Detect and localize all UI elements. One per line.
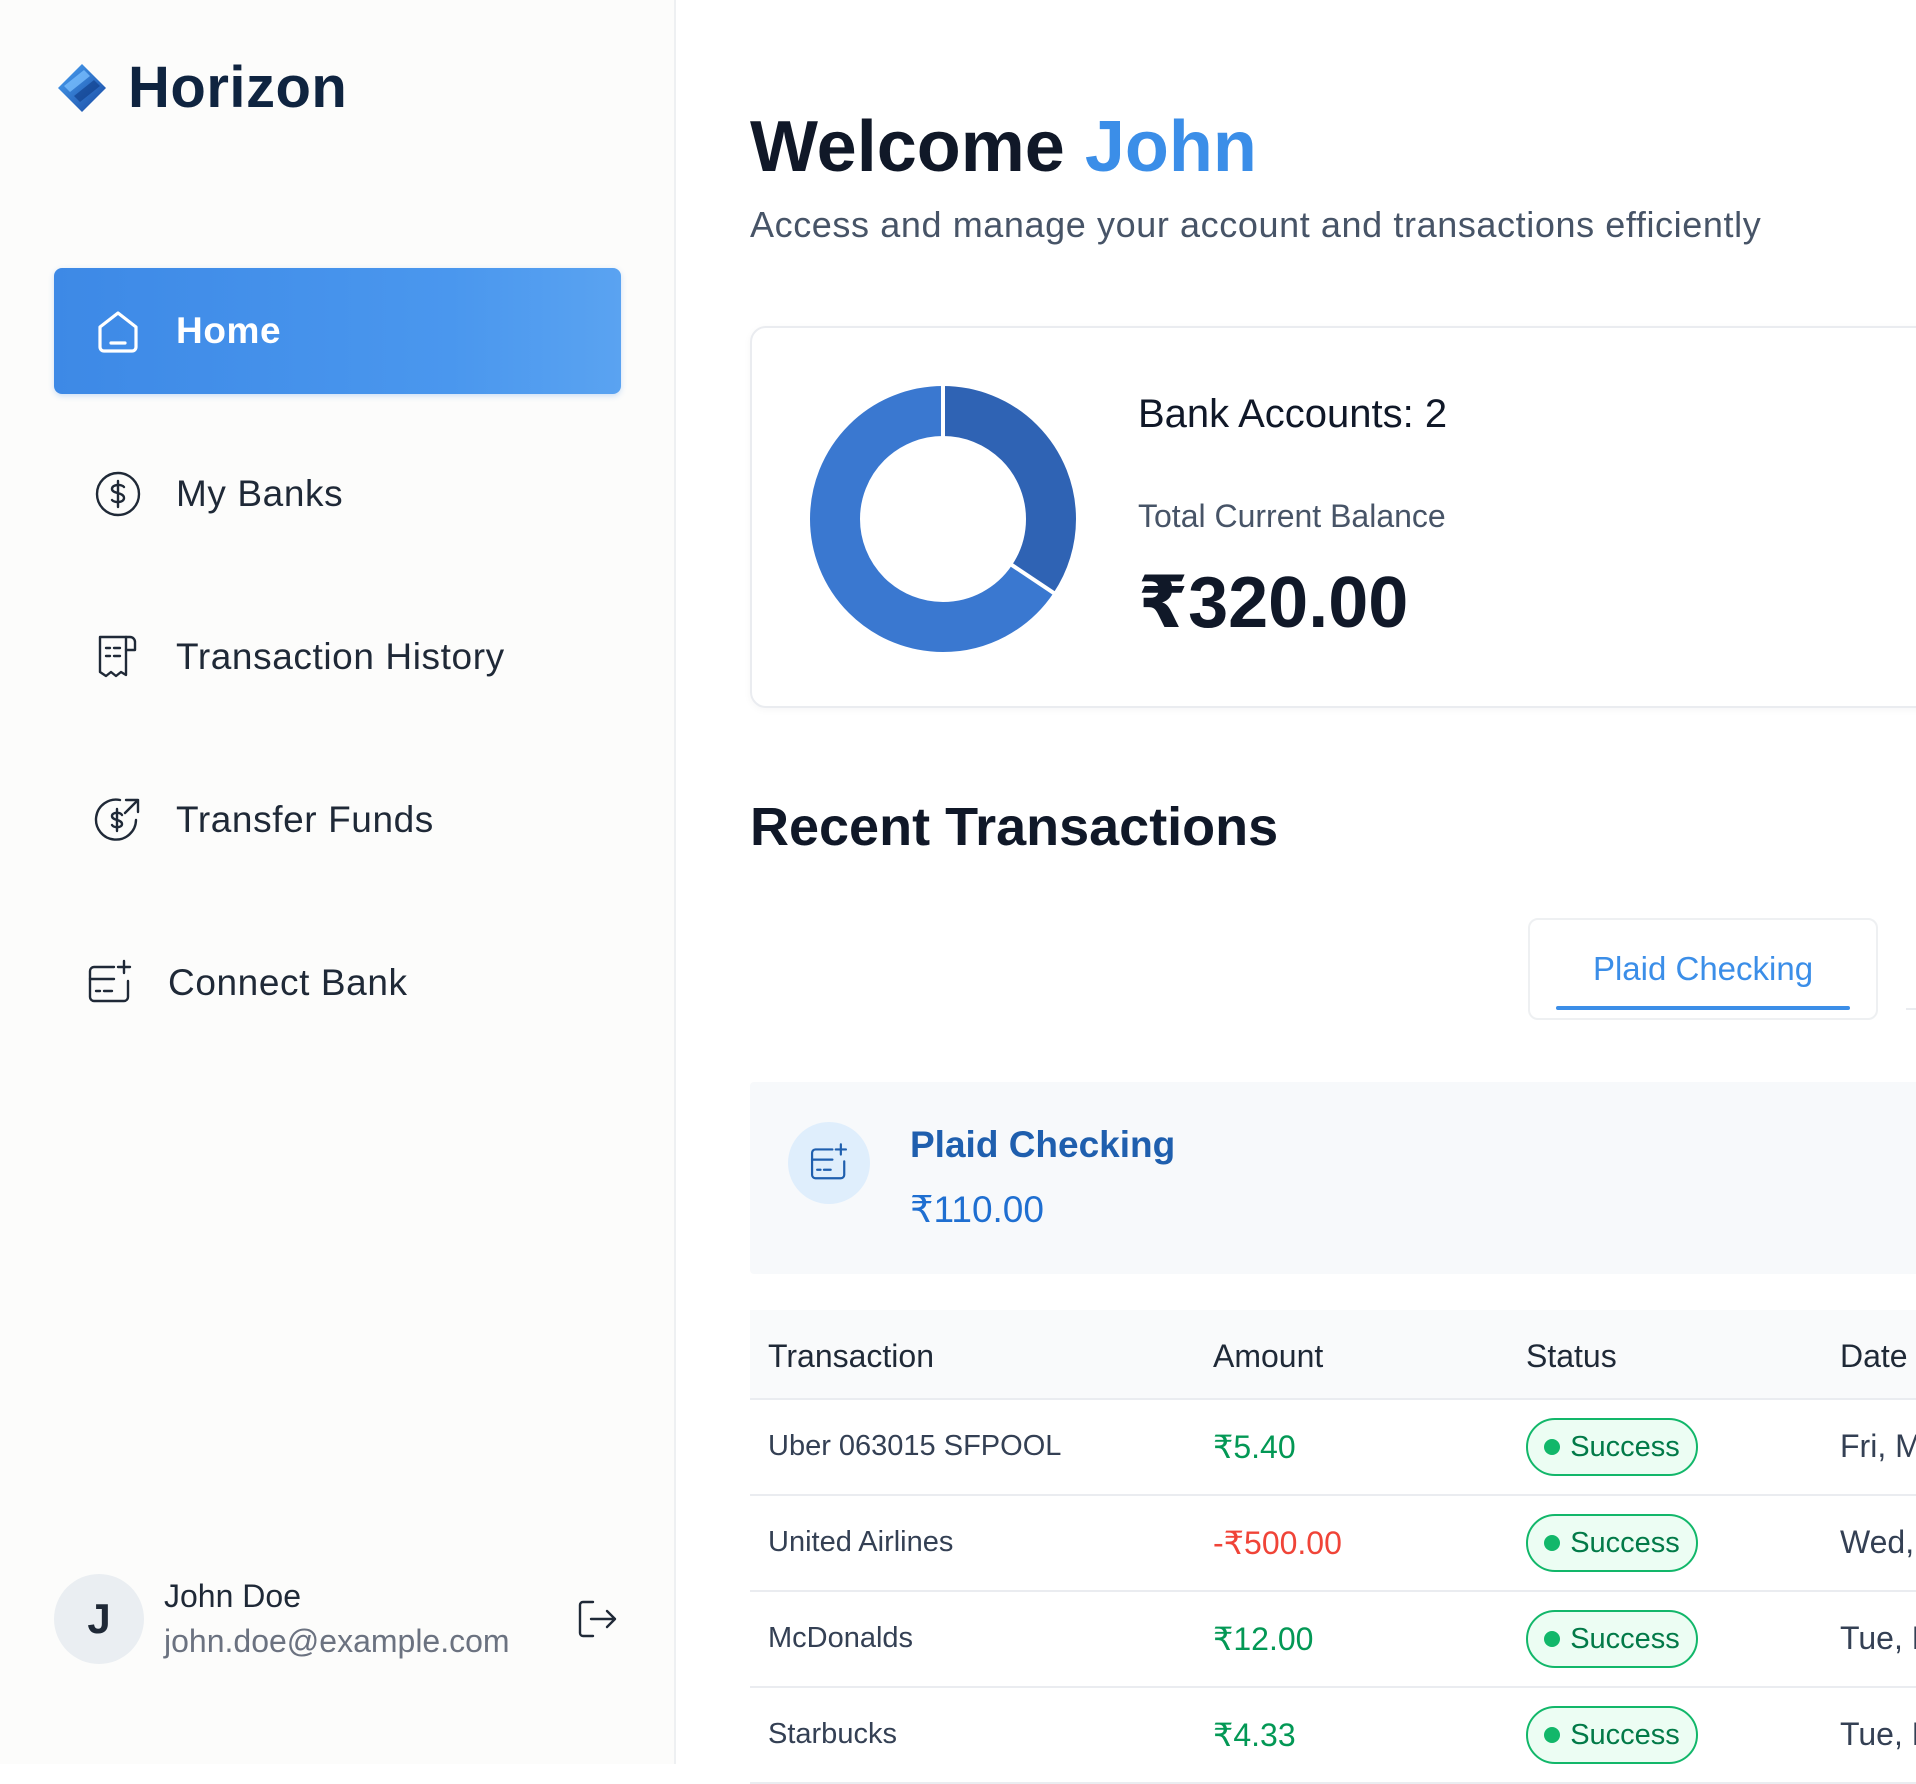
status-text: Success: [1570, 1622, 1680, 1655]
user-email: john.doe@example.com: [164, 1623, 510, 1659]
logout-icon[interactable]: [575, 1596, 621, 1642]
status-dot-icon: [1544, 1535, 1561, 1551]
page-title: Welcome John: [750, 106, 1257, 188]
transaction-name: Uber 063015 SFPOOL: [768, 1430, 1062, 1462]
page-subtitle: Access and manage your account and trans…: [750, 204, 1762, 245]
transaction-date: Tue, N: [1840, 1620, 1916, 1656]
connect-bank-icon: [88, 959, 132, 1003]
tab-active-indicator: [1556, 1006, 1850, 1010]
sidebar-item-transaction-history[interactable]: Transaction History: [54, 594, 621, 720]
status-badge: Success: [1526, 1418, 1698, 1476]
status-dot-icon: [1544, 1631, 1561, 1647]
total-balance-label: Total Current Balance: [1138, 498, 1446, 534]
dollar-circle-icon: [95, 471, 141, 517]
sidebar-item-transfer-funds[interactable]: Transfer Funds: [54, 757, 621, 883]
sidebar-item-label: My Banks: [176, 473, 344, 514]
home-icon: [98, 311, 138, 353]
horizon-logo-icon: [58, 63, 106, 112]
app-name: Horizon: [128, 55, 348, 120]
status-dot-icon: [1544, 1727, 1561, 1743]
status-badge: Success: [1526, 1514, 1698, 1572]
sidebar-item-label: Transaction History: [176, 636, 505, 677]
status-dot-icon: [1544, 1439, 1561, 1455]
total-balance-amount: ₹320.00: [1138, 563, 1409, 643]
avatar[interactable]: J: [54, 1574, 144, 1664]
account-icon-container: [788, 1122, 870, 1204]
status-text: Success: [1570, 1718, 1680, 1751]
user-first-name: John: [1084, 107, 1257, 187]
transaction-date: Tue, N: [1840, 1716, 1916, 1752]
tab-label: Plaid Checking: [1592, 950, 1814, 987]
money-send-icon: [94, 798, 140, 841]
main-content: Welcome John Access and manage your acco…: [676, 0, 1916, 1784]
sidebar-item-connect-bank[interactable]: Connect Bank: [54, 920, 621, 1046]
status-text: Success: [1570, 1526, 1680, 1559]
column-header-status: Status: [1526, 1338, 1617, 1374]
column-header-date: Date: [1840, 1338, 1908, 1374]
bank-accounts-count: Bank Accounts: 2: [1138, 392, 1448, 436]
app-logo[interactable]: Horizon: [54, 54, 347, 121]
recent-transactions-title: Recent Transactions: [750, 797, 1279, 857]
total-balance-card: Bank Accounts: 2 Total Current Balance ₹…: [750, 326, 1916, 708]
transaction-date: Wed,: [1840, 1524, 1915, 1560]
sidebar-item-label: Home: [176, 310, 282, 351]
status-badge: Success: [1526, 1610, 1698, 1668]
receipt-icon: [98, 635, 137, 678]
transaction-date: Fri, M: [1840, 1428, 1916, 1464]
balance-donut-chart: [810, 386, 1076, 652]
table-row[interactable]: McDonalds ₹12.00 Success Tue, N: [750, 1592, 1916, 1688]
welcome-text: Welcome: [750, 107, 1065, 187]
account-name: Plaid Checking: [910, 1124, 1176, 1165]
sidebar-item-my-banks[interactable]: My Banks: [54, 431, 621, 557]
transaction-amount: -₹500.00: [1213, 1525, 1342, 1561]
column-header-amount: Amount: [1213, 1338, 1324, 1374]
table-row[interactable]: Starbucks ₹4.33 Success Tue, N: [750, 1688, 1916, 1784]
table-row[interactable]: Uber 063015 SFPOOL ₹5.40 Success Fri, M: [750, 1400, 1916, 1496]
column-header-transaction: Transaction: [768, 1338, 934, 1374]
status-text: Success: [1570, 1430, 1680, 1463]
tab-divider: [1906, 1008, 1916, 1010]
transaction-amount: ₹5.40: [1213, 1429, 1296, 1465]
connect-bank-icon: [810, 1143, 848, 1180]
transaction-name: McDonalds: [768, 1622, 914, 1654]
status-badge: Success: [1526, 1706, 1698, 1764]
transaction-name: United Airlines: [768, 1526, 954, 1558]
account-balance: ₹110.00: [910, 1189, 1044, 1230]
transaction-name: Starbucks: [768, 1718, 897, 1750]
sidebar: Horizon Home My Banks Transaction Histor…: [0, 0, 676, 1764]
transaction-amount: ₹12.00: [1213, 1621, 1314, 1657]
transactions-table: Transaction Amount Status Date Uber 0630…: [750, 1310, 1916, 1784]
table-header: Transaction Amount Status Date: [750, 1310, 1916, 1400]
user-profile: J John Doe john.doe@example.com: [54, 1574, 621, 1664]
account-info-banner: Plaid Checking ₹110.00: [750, 1082, 1916, 1274]
sidebar-item-home[interactable]: Home: [54, 268, 621, 394]
transaction-amount: ₹4.33: [1213, 1717, 1296, 1753]
sidebar-item-label: Connect Bank: [168, 962, 408, 1003]
user-name: John Doe: [164, 1578, 301, 1614]
sidebar-item-label: Transfer Funds: [176, 799, 434, 840]
tab-plaid-checking[interactable]: Plaid Checking: [1528, 918, 1878, 1020]
table-row[interactable]: United Airlines -₹500.00 Success Wed,: [750, 1496, 1916, 1592]
